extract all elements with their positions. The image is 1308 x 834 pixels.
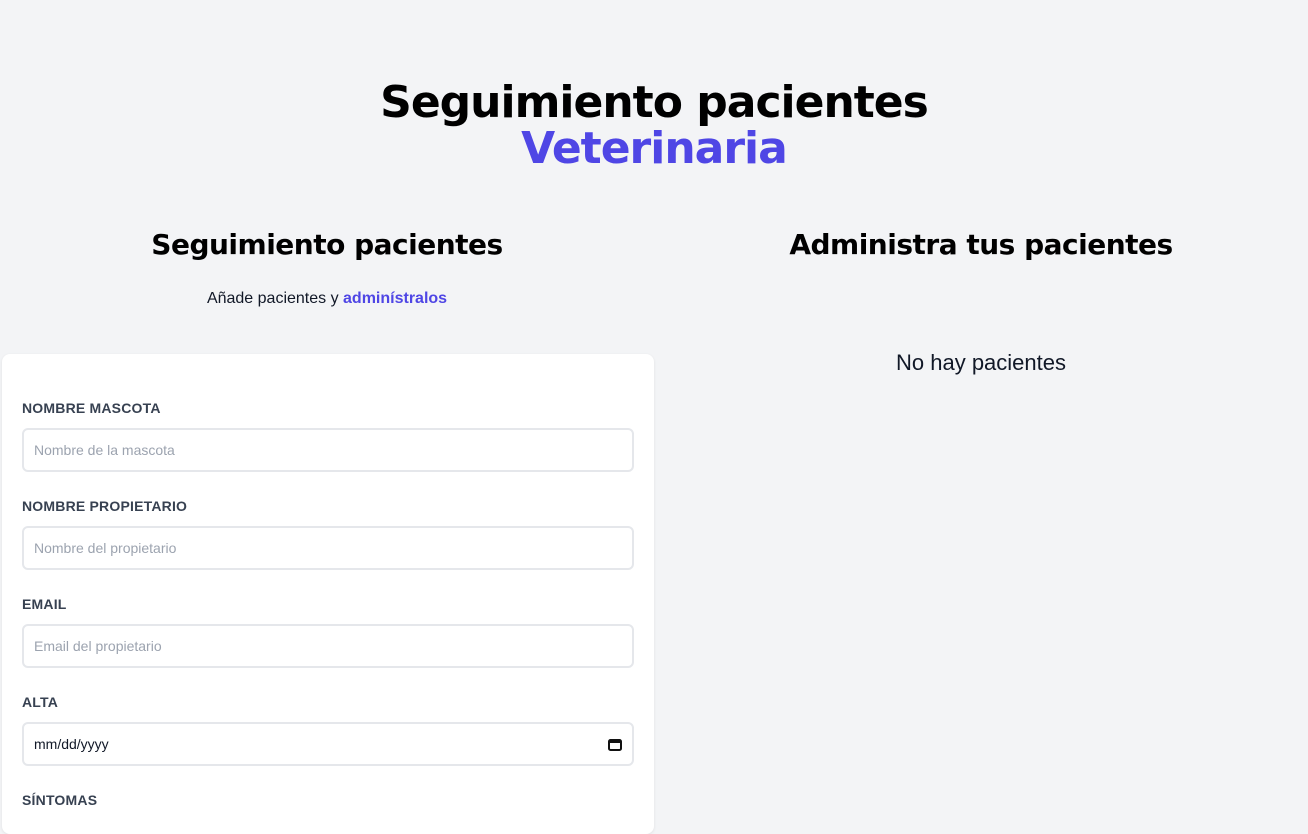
symptoms-label: SÍNTOMAS — [22, 792, 98, 808]
lead-text: Añade pacientes y — [206, 290, 344, 307]
email-label: EMAIL — [22, 596, 67, 612]
list-section-title: Administra tus pacientes — [789, 228, 1173, 261]
email-field: EMAIL — [22, 596, 634, 668]
page-title: Seguimiento pacientes — [380, 77, 929, 128]
owner-name-input[interactable] — [22, 526, 634, 570]
pet-name-label: NOMBRE MASCOTA — [22, 400, 161, 416]
page-subtitle: Veterinaria — [521, 123, 788, 174]
lead-accent: adminístralos — [343, 290, 448, 307]
form-section-lead: Añade pacientes y adminístralos — [0, 290, 654, 308]
owner-name-label: NOMBRE PROPIETARIO — [22, 498, 188, 514]
date-label: ALTA — [22, 694, 59, 710]
page-header: Seguimiento pacientes Veterinaria — [0, 80, 1308, 172]
date-input-value: mm/dd/yyyy — [34, 736, 109, 752]
patient-form: NOMBRE MASCOTA NOMBRE PROPIETARIO EMAIL … — [2, 354, 654, 834]
pet-name-field: NOMBRE MASCOTA — [22, 400, 634, 472]
date-input[interactable]: mm/dd/yyyy — [22, 722, 634, 766]
form-section-title: Seguimiento pacientes — [151, 228, 503, 261]
calendar-icon[interactable] — [608, 738, 622, 751]
empty-patients-message: No hay pacientes — [896, 350, 1066, 375]
owner-name-field: NOMBRE PROPIETARIO — [22, 498, 634, 570]
email-input[interactable] — [22, 624, 634, 668]
date-field: ALTA mm/dd/yyyy — [22, 694, 634, 766]
pet-name-input[interactable] — [22, 428, 634, 472]
